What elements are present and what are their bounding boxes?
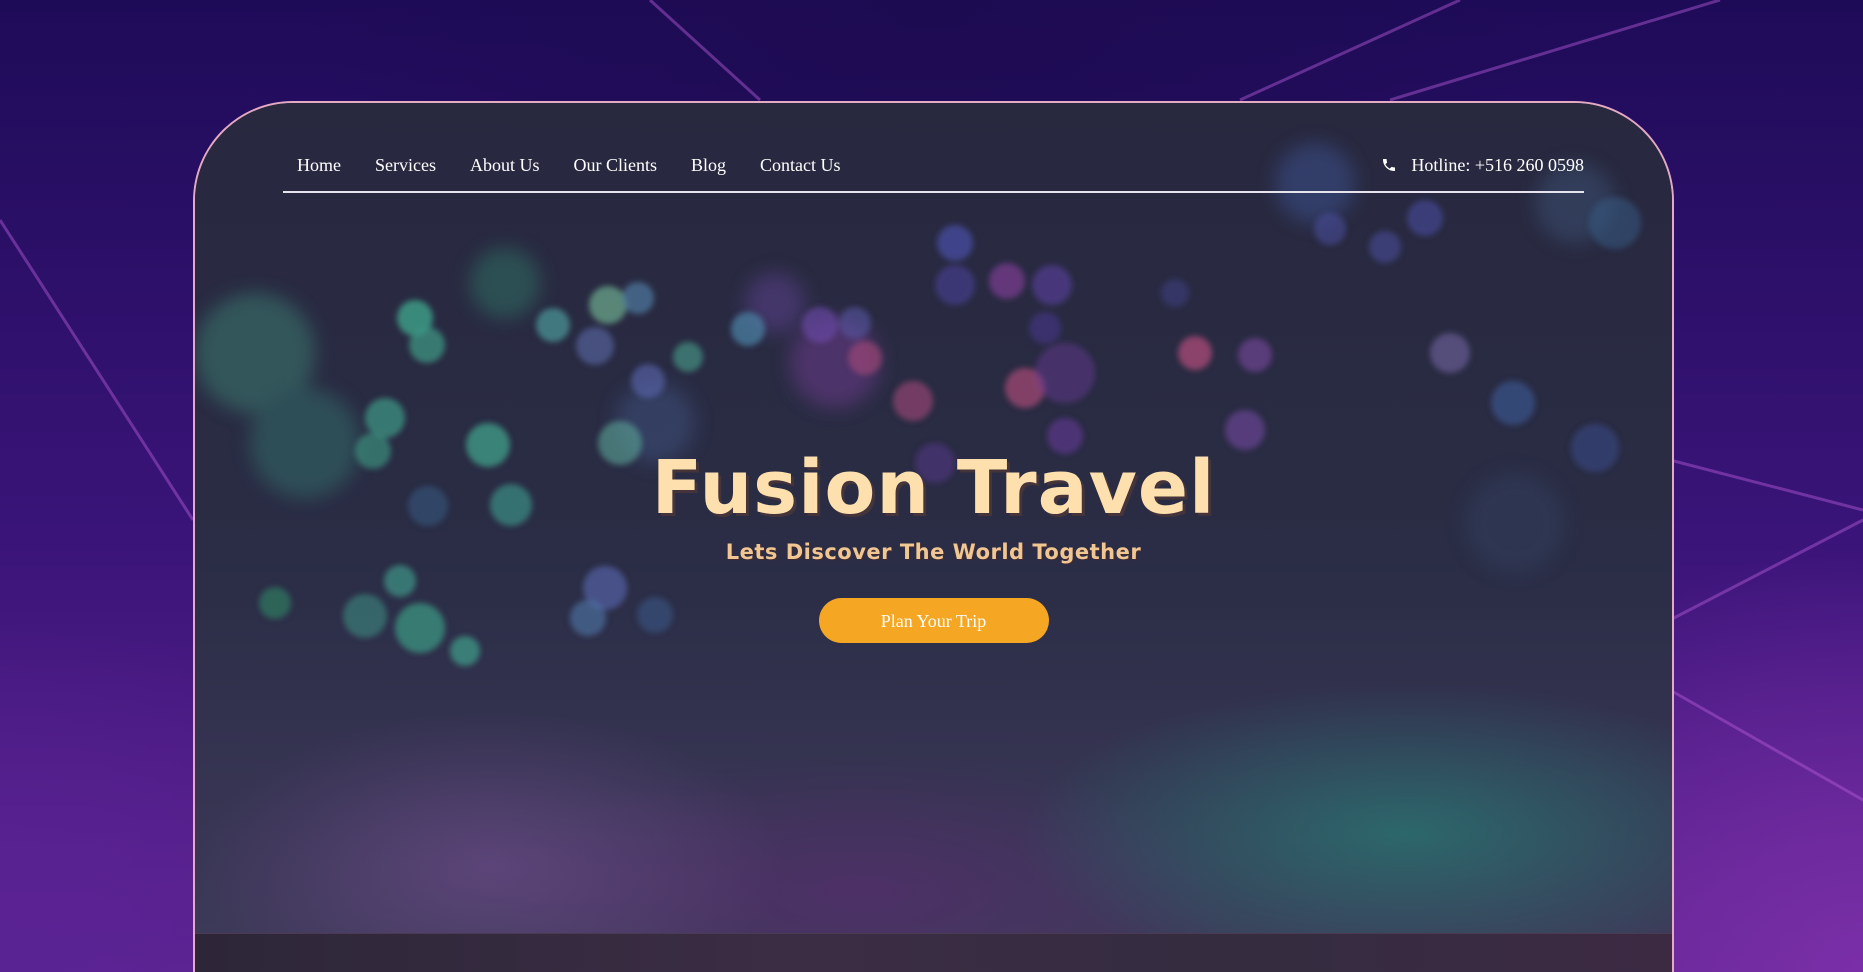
- plan-your-trip-button[interactable]: Plan Your Trip: [818, 598, 1049, 643]
- nav-item-about-us[interactable]: About Us: [470, 155, 540, 176]
- hotline[interactable]: Hotline: +516 260 0598: [1381, 155, 1584, 176]
- main-navigation: Home Services About Us Our Clients Blog …: [283, 139, 1584, 193]
- next-section-preview: [195, 933, 1672, 972]
- nav-links: Home Services About Us Our Clients Blog …: [283, 155, 841, 176]
- hero-content: Fusion Travel Lets Discover The World To…: [195, 448, 1672, 643]
- hero-title: Fusion Travel: [651, 445, 1216, 531]
- hero-subtitle: Lets Discover The World Together: [725, 540, 1142, 564]
- nav-item-home[interactable]: Home: [297, 155, 341, 176]
- nav-item-services[interactable]: Services: [375, 155, 436, 176]
- nav-item-contact-us[interactable]: Contact Us: [760, 155, 841, 176]
- hero-section: Home Services About Us Our Clients Blog …: [195, 103, 1672, 933]
- phone-icon: [1383, 159, 1396, 171]
- hotline-text: Hotline: +516 260 0598: [1411, 154, 1584, 175]
- nav-item-blog[interactable]: Blog: [691, 155, 726, 176]
- hero-card: Home Services About Us Our Clients Blog …: [193, 101, 1674, 972]
- nav-item-our-clients[interactable]: Our Clients: [574, 155, 658, 176]
